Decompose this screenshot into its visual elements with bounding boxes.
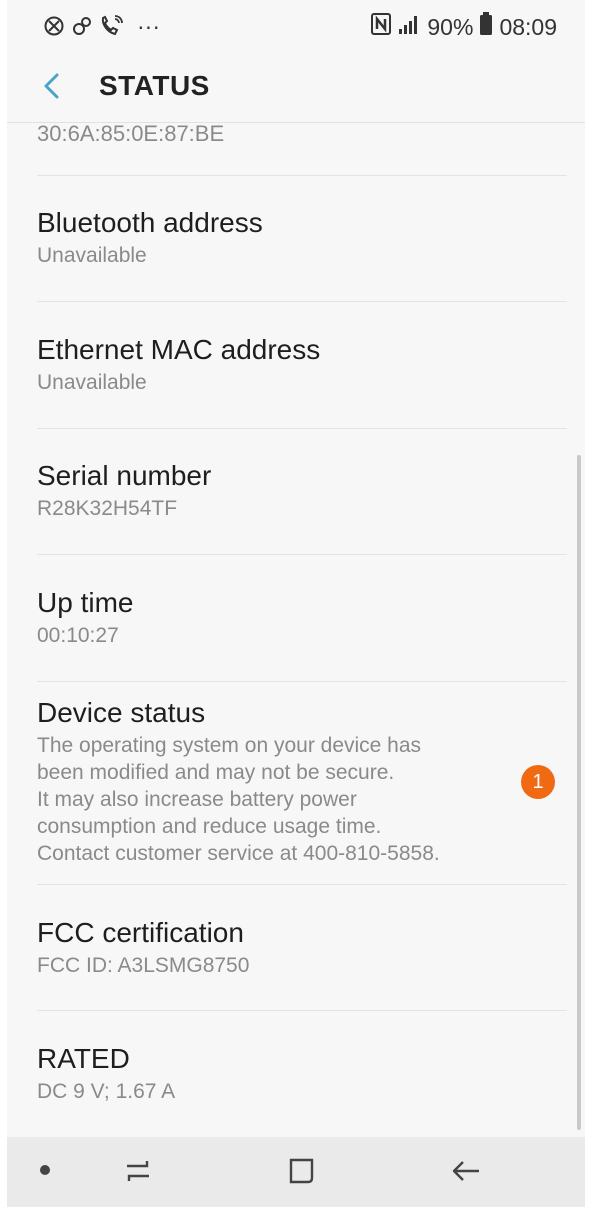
status-right-icons: 90% 08:09 [371,12,557,42]
list-item-serial-number[interactable]: Serial number R28K32H54TF [37,459,567,522]
item-value: DC 9 V; 1.67 A [37,1080,176,1103]
list-item-device-status[interactable]: Device status The operating system on yo… [37,696,567,867]
list-item-fcc-certification[interactable]: FCC certification FCC ID: A3LSMG8750 [37,916,567,979]
item-title: Device status [37,697,206,728]
divider [37,175,567,176]
item-title: FCC certification [37,917,244,948]
device-status-line-4: consumption and reduce usage time. [37,815,382,838]
item-title: Bluetooth address [37,207,263,238]
divider [37,884,567,885]
divider [37,428,567,429]
item-title: RATED [37,1043,130,1074]
status-bar: ··· 90% 08:09 [7,0,585,52]
more-icon: ··· [137,13,160,39]
list-item-rated[interactable]: RATED DC 9 V; 1.67 A [37,1042,567,1105]
device-status-line-2: been modified and may not be secure. [37,761,395,784]
list-item-bluetooth-address[interactable]: Bluetooth address Unavailable [37,206,567,269]
item-value: Unavailable [37,244,147,267]
battery-percent: 90% [427,14,474,40]
device-status-line-1: The operating system on your device has [37,734,422,757]
list-item-up-time[interactable]: Up time 00:10:27 [37,586,567,649]
back-arrow-icon [44,73,59,99]
nav-dot-icon[interactable] [40,1165,50,1175]
app-bar: STATUS [7,52,585,123]
item-value: Unavailable [37,371,147,394]
divider [37,301,567,302]
battery-icon [479,12,493,42]
status-left-icons: ··· [43,12,160,40]
notification-badge: 1 [521,765,555,799]
back-icon[interactable] [449,1154,483,1193]
wifi-call-icon [99,15,123,37]
list-item-ethernet-mac[interactable]: Ethernet MAC address Unavailable [37,333,567,396]
list-item-mac-value: 30:6A:85:0E:87:BE [37,118,567,147]
link-icon [71,15,93,37]
item-title: Serial number [37,460,212,491]
scrollbar[interactable] [577,455,581,1130]
item-title: Ethernet MAC address [37,334,321,365]
divider [37,1010,567,1011]
clock: 08:09 [499,14,557,40]
page-title: STATUS [99,70,210,101]
home-icon[interactable] [285,1154,319,1193]
item-value: 00:10:27 [37,624,119,647]
item-title: Up time [37,587,134,618]
item-value: R28K32H54TF [37,497,178,520]
data-saver-icon [43,15,65,37]
divider [37,681,567,682]
navigation-bar [7,1137,585,1207]
back-button[interactable] [35,68,71,104]
wifi-mac-value: 30:6A:85:0E:87:BE [37,121,225,146]
device-status-line-3: It may also increase battery power [37,788,357,811]
signal-icon [397,13,421,41]
recent-apps-icon[interactable] [121,1154,155,1193]
nfc-icon [371,13,392,41]
settings-screen: ··· 90% 08:09 STATUS 30:6A:85:0E:87:BE B… [7,0,585,1207]
divider [37,554,567,555]
item-value: FCC ID: A3LSMG8750 [37,954,250,977]
device-status-line-5: Contact customer service at 400-810-5858… [37,842,440,865]
